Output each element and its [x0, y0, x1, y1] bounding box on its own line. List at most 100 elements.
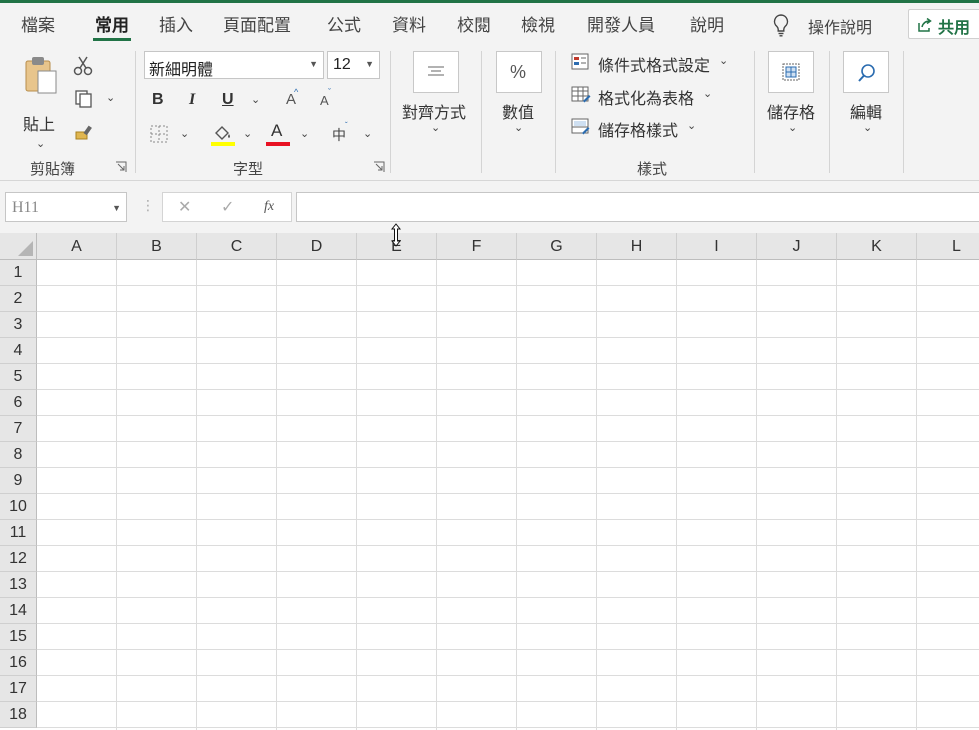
row-header[interactable]: 17 — [0, 676, 37, 702]
tab-help[interactable]: 說明 — [690, 11, 724, 36]
row-header[interactable]: 16 — [0, 650, 37, 676]
cells-label: 儲存格 — [767, 105, 816, 122]
column-header[interactable]: F — [437, 233, 517, 260]
group-separator — [135, 51, 136, 173]
cells-button[interactable]: 儲存格 ⌄ — [764, 49, 820, 141]
percent-icon: % — [510, 62, 527, 82]
column-header[interactable]: J — [757, 233, 837, 260]
resize-cursor-icon — [390, 223, 402, 247]
font-size-select[interactable]: 12 ▼ — [327, 51, 380, 79]
row-header[interactable]: 2 — [0, 286, 37, 312]
tab-view[interactable]: 檢視 — [521, 11, 555, 36]
format-as-table-icon — [571, 86, 591, 103]
format-as-table-button[interactable]: 格式化為表格 ⌄ — [571, 84, 721, 108]
bold-button[interactable]: B — [152, 91, 164, 109]
row-header[interactable]: 18 — [0, 702, 37, 728]
row-header[interactable]: 1 — [0, 260, 37, 286]
column-header[interactable]: D — [277, 233, 357, 260]
tab-developer[interactable]: 開發人員 — [587, 11, 655, 36]
name-box[interactable]: H11 ▼ — [5, 192, 127, 222]
number-format-button[interactable]: % 數值 ⌄ — [494, 49, 546, 141]
column-header[interactable]: K — [837, 233, 917, 260]
fill-color-icon[interactable] — [210, 123, 236, 147]
tell-me-search[interactable]: 操作說明 — [808, 14, 872, 38]
row-header[interactable]: 8 — [0, 442, 37, 468]
row-header[interactable]: 7 — [0, 416, 37, 442]
tab-review[interactable]: 校閱 — [457, 11, 491, 36]
column-header[interactable]: A — [37, 233, 117, 260]
group-separator — [903, 51, 904, 173]
number-dropdown-icon: ⌄ — [514, 122, 524, 134]
tab-page-layout[interactable]: 頁面配置 — [223, 11, 291, 36]
font-color-button[interactable]: A — [266, 121, 292, 147]
insert-function-icon[interactable]: fx — [264, 199, 274, 215]
column-header[interactable]: I — [677, 233, 757, 260]
conditional-formatting-icon — [571, 53, 589, 70]
tab-file[interactable]: 檔案 — [21, 11, 55, 36]
paste-label: 貼上 — [23, 117, 56, 134]
column-header[interactable]: G — [517, 233, 597, 260]
row-header[interactable]: 9 — [0, 468, 37, 494]
borders-dropdown-icon[interactable]: ⌄ — [180, 127, 189, 140]
editing-button[interactable]: 編輯 ⌄ — [840, 49, 894, 141]
row-header[interactable]: 6 — [0, 390, 37, 416]
row-header[interactable]: 4 — [0, 338, 37, 364]
borders-icon[interactable] — [150, 125, 168, 143]
share-label: 共用 — [938, 20, 971, 37]
row-header[interactable]: 11 — [0, 520, 37, 546]
editing-label: 編輯 — [850, 105, 883, 122]
font-color-swatch — [266, 142, 290, 146]
formula-bar-grip[interactable]: ⋮ — [141, 197, 155, 214]
column-header[interactable]: C — [197, 233, 277, 260]
cut-icon[interactable] — [72, 55, 94, 77]
phonetic-button[interactable]: 中 ˇ — [332, 121, 356, 145]
row-header[interactable]: 14 — [0, 598, 37, 624]
alignment-button[interactable]: 對齊方式 ⌄ — [400, 49, 472, 141]
editing-dropdown-icon: ⌄ — [863, 122, 873, 134]
row-header[interactable]: 10 — [0, 494, 37, 520]
tab-formulas[interactable]: 公式 — [327, 11, 361, 36]
group-separator — [555, 51, 556, 173]
underline-dropdown-icon[interactable]: ⌄ — [251, 93, 260, 106]
alignment-dropdown-icon: ⌄ — [431, 122, 441, 134]
copy-icon[interactable] — [74, 89, 94, 109]
formula-bar-area: H11 ▼ ⋮ ✕ ✓ fx — [0, 181, 979, 233]
cells-area[interactable] — [37, 260, 979, 730]
underline-button[interactable]: U — [222, 91, 234, 109]
dialog-launcher-icon[interactable] — [115, 161, 127, 173]
font-color-dropdown-icon[interactable]: ⌄ — [300, 127, 309, 140]
format-painter-icon[interactable] — [74, 123, 96, 143]
row-header[interactable]: 15 — [0, 624, 37, 650]
paste-button[interactable]: 貼上 ⌄ — [18, 53, 68, 153]
row-header[interactable]: 3 — [0, 312, 37, 338]
cancel-icon[interactable]: ✕ — [178, 197, 191, 217]
row-header[interactable]: 13 — [0, 572, 37, 598]
select-all-triangle-icon — [18, 241, 33, 256]
dialog-launcher-icon[interactable] — [373, 161, 385, 173]
group-separator — [390, 51, 391, 173]
tab-home[interactable]: 常用 — [95, 11, 129, 36]
lightbulb-icon[interactable] — [772, 13, 790, 37]
italic-button[interactable]: I — [189, 91, 195, 109]
tab-insert[interactable]: 插入 — [159, 11, 193, 36]
phonetic-dropdown-icon[interactable]: ⌄ — [363, 127, 372, 140]
font-name-select[interactable]: 新細明體 ▼ — [144, 51, 324, 79]
fill-color-dropdown-icon[interactable]: ⌄ — [243, 127, 252, 140]
enter-icon[interactable]: ✓ — [221, 197, 234, 217]
row-header[interactable]: 5 — [0, 364, 37, 390]
cell-styles-icon — [571, 118, 590, 135]
paste-dropdown-icon[interactable]: ⌄ — [36, 137, 45, 150]
cell-styles-button[interactable]: 儲存格樣式 ⌄ — [571, 116, 711, 140]
alignment-label: 對齊方式 — [402, 105, 467, 122]
column-header[interactable]: H — [597, 233, 677, 260]
column-header[interactable]: B — [117, 233, 197, 260]
formula-input[interactable] — [296, 192, 979, 222]
share-button[interactable]: 共用 — [908, 9, 979, 39]
conditional-formatting-button[interactable]: 條件式格式設定 ⌄ — [571, 51, 741, 75]
select-all-button[interactable] — [0, 233, 37, 260]
row-header[interactable]: 12 — [0, 546, 37, 572]
tab-data[interactable]: 資料 — [392, 11, 426, 36]
column-header[interactable]: L — [917, 233, 979, 260]
arrow-down-icon: ˇ — [328, 87, 331, 97]
copy-dropdown-icon[interactable]: ⌄ — [106, 91, 115, 104]
